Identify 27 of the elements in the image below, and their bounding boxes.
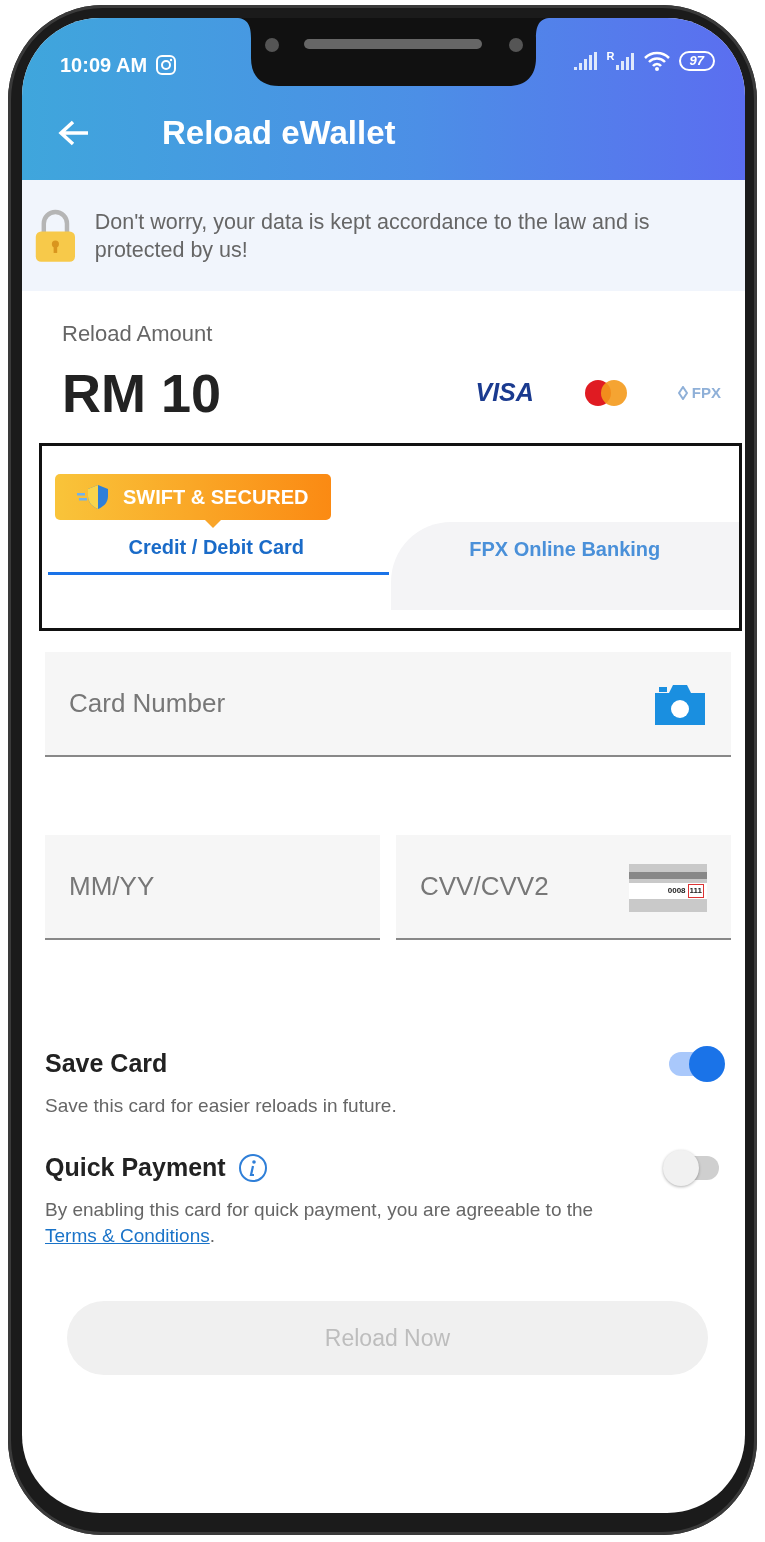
expiry-field[interactable]: MM/YY [45,835,380,940]
terms-link[interactable]: Terms & Conditions [45,1225,210,1246]
security-code: 111 [687,883,704,898]
mastercard-logo [583,379,628,407]
card-number-field[interactable]: Card Number [45,652,731,757]
option-title: Quick Payment [45,1152,226,1184]
wifi-icon [642,50,671,72]
back-arrow-icon[interactable] [58,119,90,147]
status-time: 10:09 AM [60,53,148,78]
fpx-logo: FPX [677,381,721,405]
badge-text: SWIFT & SECURED [123,485,309,510]
payment-tab[interactable]: FPX Online Banking [390,522,739,610]
screen-title: Reload eWallet [162,113,396,153]
card-digits: 0008 [667,884,686,897]
battery-indicator: 97 [678,51,715,71]
option-description: By enabling this card for quick payment, you are agreeable to the Terms & Conditions. [45,1198,595,1248]
camera-app-icon [155,54,178,76]
shield-icon [77,483,111,511]
option-title: Save Card [45,1048,168,1080]
amount-value: RM 10 [62,366,222,420]
camera-icon[interactable] [653,682,707,727]
amount-label: Reload Amount [62,320,214,348]
visa-logo: VISA [475,377,534,409]
option-description: Save this card for easier reloads in future. [45,1094,398,1118]
info-icon[interactable] [237,1153,268,1183]
notice-text: Don't worry, your data is kept accordance to the law and is protected by us! [94,208,651,264]
signal-icon [572,51,599,71]
